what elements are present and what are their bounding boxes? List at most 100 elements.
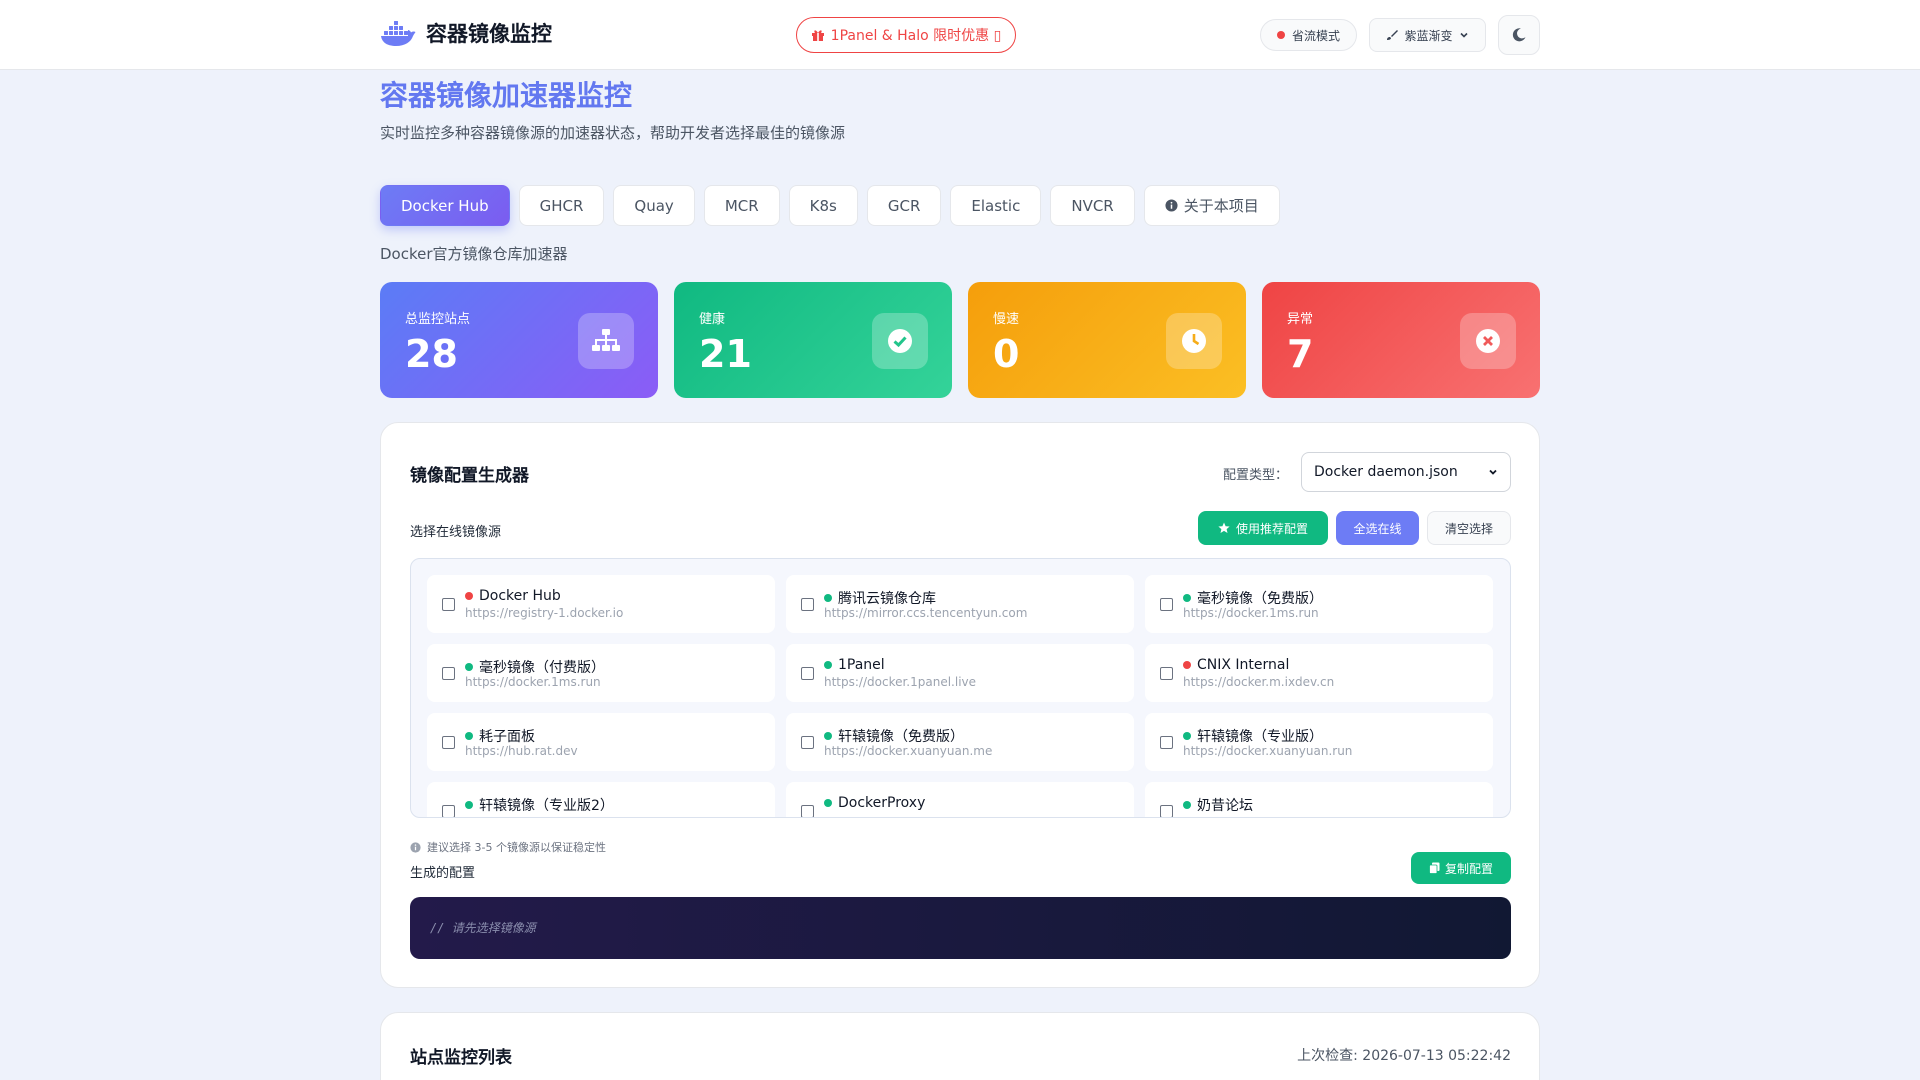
mirror-url: https://docker.1ms.run: [465, 675, 601, 689]
tip-text: 建议选择 3-5 个镜像源以保证稳定性: [427, 841, 606, 854]
mirror-checkbox[interactable]: [442, 598, 455, 611]
mirror-name: 毫秒镜像（免费版）: [1197, 591, 1323, 607]
stat-value: 7: [1287, 332, 1314, 376]
config-type-select[interactable]: Docker daemon.json: [1301, 452, 1511, 492]
mirror-item[interactable]: 腾讯云镜像仓库 https://mirror.ccs.tencentyun.com: [786, 575, 1134, 633]
mirror-checkbox[interactable]: [442, 736, 455, 749]
mirror-url: https://hub.rat.dev: [465, 744, 578, 758]
stat-card-total: 总监控站点 28: [380, 282, 658, 398]
info-circle-icon: [410, 841, 421, 853]
check-circle-icon: [872, 313, 928, 369]
tab-gcr[interactable]: GCR: [866, 185, 942, 226]
mirror-checkbox[interactable]: [801, 667, 814, 680]
mirror-item[interactable]: 轩辕镜像（专业版2）: [427, 782, 775, 817]
mirror-url: https://registry-1.docker.io: [465, 606, 624, 620]
eco-status-dot: [1276, 31, 1285, 39]
tab-k8s[interactable]: K8s: [788, 185, 858, 226]
tab-quay[interactable]: Quay: [613, 185, 695, 226]
config-type-value: Docker daemon.json: [1314, 464, 1458, 480]
chevron-down-icon: [1489, 469, 1497, 475]
status-dot: [465, 663, 473, 671]
times-circle-icon: [1460, 313, 1516, 369]
stat-value: 28: [405, 332, 458, 376]
tab-ghcr[interactable]: GHCR: [518, 185, 605, 226]
promo-button[interactable]: 1Panel & Halo 限时优惠 ▯: [796, 17, 1016, 53]
mirror-item[interactable]: 轩辕镜像（免费版） https://docker.xuanyuan.me: [786, 713, 1134, 771]
tab-docker-hub[interactable]: Docker Hub: [380, 185, 510, 226]
generated-config-label: 生成的配置: [410, 866, 476, 881]
mirror-item[interactable]: 毫秒镜像（免费版） https://docker.1ms.run: [1145, 575, 1493, 633]
mirror-item[interactable]: 耗子面板 https://hub.rat.dev: [427, 713, 775, 771]
eco-mode-label: 省流模式: [1291, 28, 1340, 43]
mirror-name: 奶昔论坛: [1197, 798, 1253, 814]
tab-label: 关于本项目: [1183, 197, 1259, 215]
mirror-item[interactable]: 1Panel https://docker.1panel.live: [786, 644, 1134, 702]
moon-icon: [1512, 28, 1526, 42]
top-navbar: 容器镜像监控 1Panel & Halo 限时优惠 ▯ 省流模式 紫蓝渐变: [0, 0, 1920, 70]
status-dot: [824, 732, 832, 740]
mirror-item[interactable]: DockerProxy: [786, 782, 1134, 817]
clock-icon: [1166, 313, 1222, 369]
mirror-checkbox[interactable]: [442, 667, 455, 680]
button-label: 使用推荐配置: [1235, 521, 1308, 536]
docker-whale-icon: [381, 21, 416, 46]
tab-label: Docker Hub: [401, 196, 489, 215]
page-subtitle: 实时监控多种容器镜像源的加速器状态，帮助开发者选择最佳的镜像源: [380, 124, 846, 142]
config-code-block[interactable]: // 请先选择镜像源: [410, 897, 1511, 959]
monitor-list-title: 站点监控列表: [410, 1048, 512, 1068]
dark-mode-button[interactable]: [1498, 15, 1540, 55]
generator-title: 镜像配置生成器: [410, 466, 529, 486]
select-all-online-button[interactable]: 全选在线: [1336, 511, 1419, 545]
tab-label: GHCR: [539, 196, 584, 215]
use-recommended-button[interactable]: 使用推荐配置: [1198, 511, 1328, 545]
mirror-checkbox[interactable]: [1160, 598, 1173, 611]
stat-label: 总监控站点: [405, 312, 471, 327]
mirror-url: https://docker.1ms.run: [1183, 606, 1319, 620]
mirror-url: https://mirror.ccs.tencentyun.com: [824, 606, 1028, 620]
mirror-name: 轩辕镜像（免费版）: [838, 729, 964, 745]
mirror-item[interactable]: 奶昔论坛: [1145, 782, 1493, 817]
mirror-list-scroll[interactable]: Docker Hub https://registry-1.docker.io 腾…: [410, 558, 1511, 818]
mirror-checkbox[interactable]: [442, 805, 455, 817]
tab-about[interactable]: 关于本项目: [1143, 185, 1280, 226]
clear-selection-button[interactable]: 清空选择: [1427, 511, 1511, 545]
mirror-name: CNIX Internal: [1197, 657, 1290, 673]
button-label: 复制配置: [1444, 861, 1493, 876]
status-dot: [465, 592, 473, 600]
mirror-checkbox[interactable]: [1160, 736, 1173, 749]
promo-label: 1Panel & Halo 限时优惠 ▯: [830, 28, 1002, 44]
tab-nvcr[interactable]: NVCR: [1050, 185, 1135, 226]
selection-tip: 建议选择 3-5 个镜像源以保证稳定性: [410, 839, 606, 855]
mirror-item[interactable]: CNIX Internal https://docker.m.ixdev.cn: [1145, 644, 1493, 702]
mirror-name: Docker Hub: [479, 588, 561, 604]
status-dot: [1183, 801, 1191, 809]
registry-tabs: Docker Hub GHCR Quay MCR K8s GCR Elastic…: [380, 185, 1280, 226]
stat-card-healthy: 健康 21: [674, 282, 952, 398]
mirror-checkbox[interactable]: [1160, 805, 1173, 817]
stat-card-error: 异常 7: [1262, 282, 1540, 398]
mirror-name: DockerProxy: [838, 795, 926, 811]
status-dot: [824, 799, 832, 807]
copy-config-button[interactable]: 复制配置: [1411, 852, 1511, 884]
page-title: 容器镜像加速器监控: [380, 79, 633, 112]
tab-mcr[interactable]: MCR: [703, 185, 780, 226]
mirror-item[interactable]: 轩辕镜像（专业版） https://docker.xuanyuan.run: [1145, 713, 1493, 771]
mirror-item[interactable]: Docker Hub https://registry-1.docker.io: [427, 575, 775, 633]
mirror-checkbox[interactable]: [801, 598, 814, 611]
last-check-time: 上次检查: 2026-07-13 05:22:42: [1297, 1048, 1511, 1064]
mirror-url: https://docker.xuanyuan.run: [1183, 744, 1353, 758]
theme-dropdown[interactable]: 紫蓝渐变: [1369, 18, 1486, 52]
mirror-checkbox[interactable]: [1160, 667, 1173, 680]
status-dot: [824, 594, 832, 602]
status-dot: [1183, 732, 1191, 740]
status-dot: [1183, 661, 1191, 669]
mirror-checkbox[interactable]: [801, 736, 814, 749]
mirror-url: https://docker.1panel.live: [824, 675, 977, 689]
tab-elastic[interactable]: Elastic: [950, 185, 1042, 226]
mirror-name: 轩辕镜像（专业版2）: [479, 798, 614, 814]
brand[interactable]: 容器镜像监控: [380, 18, 552, 48]
eco-mode-toggle[interactable]: 省流模式: [1260, 19, 1357, 51]
mirror-item[interactable]: 毫秒镜像（付费版） https://docker.1ms.run: [427, 644, 775, 702]
mirror-name: 1Panel: [838, 657, 885, 673]
mirror-checkbox[interactable]: [801, 805, 814, 817]
